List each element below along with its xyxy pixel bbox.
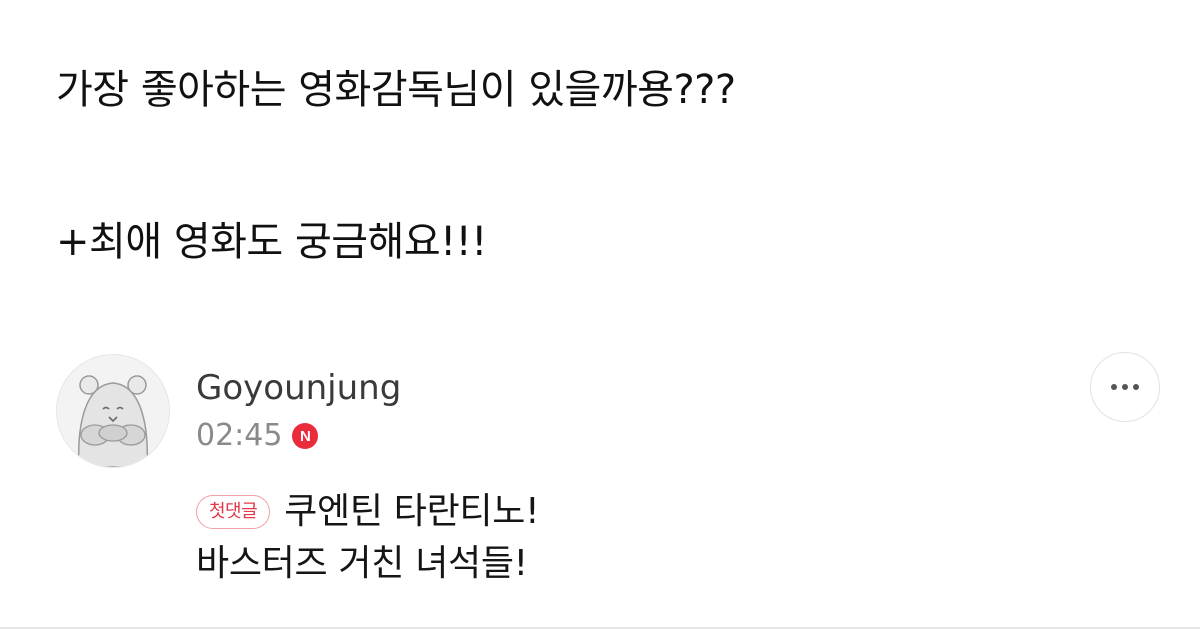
- avatar[interactable]: [56, 354, 170, 468]
- first-comment-badge: 첫댓글: [196, 495, 271, 529]
- comment-body: 첫댓글 쿠엔틴 타란티노! 바스터즈 거친 녀석들!: [196, 486, 540, 590]
- divider: [0, 627, 1200, 629]
- comment-time: 02:45: [196, 418, 283, 453]
- post-line: +최애 영화도 궁금해요!!!: [56, 219, 487, 265]
- hamster-avatar-icon: [77, 375, 149, 467]
- comment-line-2: 바스터즈 거친 녀석들!: [196, 543, 528, 584]
- comment-item: Goyounjung 02:45 N 첫댓글 쿠엔틴 타란티노! 바스터즈 거친 …: [0, 340, 1200, 630]
- more-horizontal-icon: [1111, 384, 1139, 390]
- comment-line-1: 첫댓글 쿠엔틴 타란티노!: [196, 486, 540, 538]
- comment-meta: 02:45 N: [196, 418, 319, 454]
- new-badge: N: [292, 423, 319, 449]
- comment-author[interactable]: Goyounjung: [196, 368, 401, 408]
- post-line: 가장 좋아하는 영화감독님이 있을까용???: [56, 67, 736, 113]
- comment-text: 쿠엔틴 타란티노!: [284, 491, 540, 532]
- more-options-button[interactable]: [1090, 352, 1160, 422]
